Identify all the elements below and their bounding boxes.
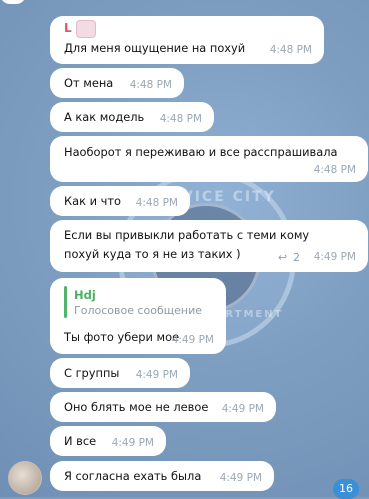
- message-text: А как модель: [64, 110, 145, 124]
- message-text: Как и что: [64, 194, 121, 208]
- message-bubble[interactable]: И все 4:49 PM: [50, 426, 166, 456]
- message-time: 4:49 PM: [135, 369, 178, 381]
- message-text: Оно блять мое не левое: [64, 400, 209, 414]
- message-text-line: похуй куда то я не из таких ): [64, 247, 241, 261]
- reply-icon[interactable]: ↩: [278, 251, 287, 264]
- message-text: Наоборот я переживаю и все расспрашивала: [64, 145, 338, 159]
- message-bubble[interactable]: С группы 4:49 PM: [50, 358, 190, 388]
- message-text: С группы: [64, 366, 120, 380]
- quote-bar: [64, 286, 67, 318]
- message-time: 4:49 PM: [219, 472, 262, 484]
- message-text-line: Если вы привыкли работать с теми кому: [64, 228, 310, 242]
- message-bubble[interactable]: Если вы привыкли работать с теми кому по…: [50, 220, 368, 272]
- message-bubble[interactable]: А как модель 4:48 PM: [50, 102, 214, 132]
- message-time: 4:49 PM: [111, 437, 154, 449]
- message-bubble[interactable]: Оно блять мое не левое 4:49 PM: [50, 392, 276, 422]
- message-bubble[interactable]: Как и что 4:48 PM: [50, 186, 190, 216]
- message-time: 4:48 PM: [135, 197, 178, 209]
- message-time: 4:48 PM: [313, 164, 356, 176]
- message-time: 4:49 PM: [221, 403, 264, 415]
- author-sticker-icon: [76, 20, 96, 38]
- quote-text[interactable]: Голосовое сообщение: [74, 304, 202, 317]
- quote-author[interactable]: Hdj: [74, 288, 96, 302]
- message-bubble[interactable]: Наоборот я переживаю и все расспрашивала…: [50, 136, 368, 182]
- unread-count-badge[interactable]: 16: [333, 479, 359, 499]
- message-bubble[interactable]: Я согласна ехать была 4:49 PM: [50, 461, 274, 491]
- message-bubble[interactable]: От мена 4:48 PM: [50, 68, 184, 98]
- message-bubble[interactable]: Hdj Голосовое сообщение Ты фото убери мо…: [50, 278, 226, 354]
- message-bubble[interactable]: L Для меня ощущение на похуй 4:48 PM: [50, 16, 324, 64]
- message-text: Для меня ощущение на похуй: [64, 41, 246, 55]
- message-text: От мена: [64, 76, 114, 90]
- message-text: И все: [64, 434, 97, 448]
- reply-count[interactable]: 2: [293, 251, 300, 264]
- message-text: Ты фото убери мое: [64, 330, 180, 344]
- message-author[interactable]: L: [64, 21, 72, 35]
- sender-avatar[interactable]: [8, 461, 42, 495]
- message-time: 4:48 PM: [159, 113, 202, 125]
- message-time: 4:48 PM: [269, 44, 312, 56]
- message-time: 4:48 PM: [129, 79, 172, 91]
- message-text: Я согласна ехать была: [64, 469, 202, 483]
- message-time: 4:49 PM: [313, 251, 356, 263]
- message-time: 4:49 PM: [171, 334, 214, 346]
